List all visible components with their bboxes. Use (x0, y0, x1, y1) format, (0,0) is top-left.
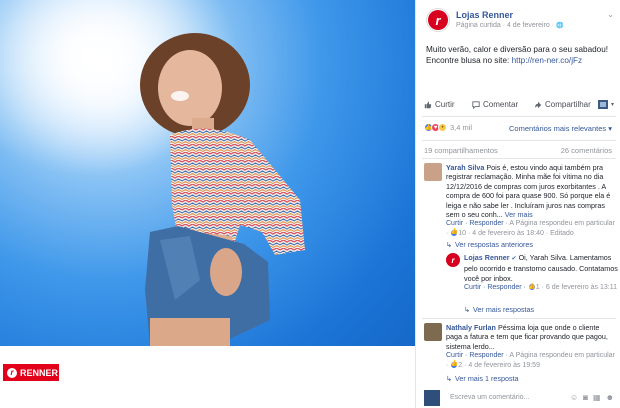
thumbs-up-icon (424, 101, 432, 108)
view-more-replies[interactable]: ↳ Ver mais respostas (464, 305, 534, 314)
view-previous-replies-label: Ver respostas anteriores (455, 240, 533, 249)
composer-icons: ☺ ◙ ▦ ☻ (570, 393, 614, 402)
user-avatar (424, 390, 440, 406)
post-timestamp[interactable]: Página curtida · 4 de fevereiro · (456, 22, 556, 29)
reply-actions[interactable]: Curtir · Responder · (464, 284, 528, 291)
wow-reaction-icon: • (438, 123, 447, 132)
globe-icon: 🌐 (556, 23, 564, 29)
divider (422, 140, 616, 141)
reply-arrow-icon: ↳ (446, 374, 453, 383)
post-actions: Curtir Comentar Compartilhar ▾ (422, 100, 618, 114)
comment-author[interactable]: Yarah Silva (446, 163, 484, 172)
reply-arrow-icon: ↳ (446, 240, 453, 249)
comment-composer: Escreva um comentário... ☺ ◙ ▦ ☻ (424, 390, 616, 406)
reactions-summary[interactable]: 👍 ♥ • 3,4 mil (424, 123, 472, 132)
comment-author[interactable]: Nathaly Furlan (446, 323, 496, 332)
commenter-avatar[interactable] (424, 163, 442, 181)
renner-reply-avatar[interactable]: r (446, 253, 460, 267)
audience-selector[interactable]: ▾ (598, 100, 614, 109)
post-text: Muito verão, calor e diversão para o seu… (426, 44, 616, 66)
reply-body: Lojas Renner ✔ Oi, Yarah Silva. Lamentam… (464, 253, 618, 293)
share-label: Compartilhar (545, 100, 591, 109)
view-more-replies-label: Ver mais 1 resposta (455, 374, 519, 383)
reply-timestamp: · 6 de fevereiro às 13:11 (539, 284, 617, 292)
page-thumbnail-icon (598, 100, 608, 109)
post-text-line2: Encontre blusa no site: (426, 56, 512, 65)
comments-count[interactable]: 26 comentários (561, 146, 612, 155)
view-more-replies-label: Ver mais respostas (473, 305, 535, 314)
sticker-icon[interactable]: ☻ (606, 393, 614, 402)
share-icon (534, 101, 542, 108)
photo-footer (0, 346, 415, 408)
post-text-line1: Muito verão, calor e diversão para o seu… (426, 45, 609, 54)
comment-body: Yarah Silva Pois é, estou vindo aqui tam… (446, 163, 616, 238)
reply-arrow-icon: ↳ (464, 305, 471, 314)
comment-item: Yarah Silva Pois é, estou vindo aqui tam… (424, 163, 618, 239)
like-button[interactable]: Curtir (424, 100, 455, 109)
chevron-down-icon: ▾ (611, 102, 615, 108)
page-avatar[interactable]: r (426, 8, 450, 32)
verified-badge-icon: ✔ (511, 256, 517, 262)
divider (422, 116, 616, 117)
view-more-replies[interactable]: ↳ Ver mais 1 resposta (446, 374, 519, 383)
comment-sort-dropdown[interactable]: Comentários mais relevantes ▾ (509, 124, 612, 133)
sky-photo-illustration (0, 0, 415, 346)
reactions-count: 3,4 mil (450, 123, 473, 132)
comment-actions[interactable]: Curtir · Responder (446, 220, 504, 227)
emoji-icon[interactable]: ☺ (570, 393, 578, 402)
comment-like-count: 10 (458, 229, 467, 237)
like-reaction-icon: 👍 (527, 283, 536, 292)
comment-actions[interactable]: Curtir · Responder (446, 352, 504, 359)
gif-icon[interactable]: ▦ (593, 393, 601, 402)
commenter-avatar[interactable] (424, 323, 442, 341)
page-header: r Lojas Renner Página curtida · 4 de fev… (426, 8, 616, 34)
comment-input[interactable]: Escreva um comentário... (450, 394, 529, 401)
renner-logo: r RENNER (3, 364, 59, 381)
comment-timestamp: · 4 de fevereiro às 19:59 (462, 361, 540, 369)
comment-body: Nathaly Furlan Péssima loja que onde o c… (446, 323, 616, 370)
renner-logo-text: RENNER (20, 367, 59, 378)
renner-r-icon: r (7, 367, 17, 378)
share-button[interactable]: Compartilhar (534, 100, 591, 109)
divider (422, 318, 616, 319)
renner-avatar-icon: r (428, 10, 448, 30)
post-photo[interactable] (0, 0, 415, 346)
reply-item: r Lojas Renner ✔ Oi, Yarah Silva. Lament… (446, 253, 618, 301)
comment-label: Comentar (483, 100, 519, 109)
like-label: Curtir (435, 100, 455, 109)
post-link[interactable]: http://ren-ner.co/jFz (512, 56, 583, 65)
comment-meta: Curtir · Responder · A Página respondeu … (446, 219, 616, 238)
comment-item: Nathaly Furlan Péssima loja que onde o c… (424, 323, 618, 373)
reply-meta: Curtir · Responder · 👍 1 · 6 de fevereir… (464, 283, 618, 292)
comment-button[interactable]: Comentar (472, 100, 518, 109)
chevron-down-icon[interactable]: ⌄ (607, 10, 614, 19)
comment-timestamp: · 4 de fevereiro às 18:40 · Editado (466, 229, 574, 237)
view-previous-replies[interactable]: ↳ Ver respostas anteriores (446, 240, 533, 249)
see-more-link[interactable]: Ver mais (505, 210, 533, 219)
page-meta: Página curtida · 4 de fevereiro · 🌐 (456, 22, 563, 29)
shares-count[interactable]: 19 compartilhamentos (424, 146, 498, 155)
comment-meta: Curtir · Responder · A Página respondeu … (446, 351, 616, 370)
post-panel: r Lojas Renner Página curtida · 4 de fev… (415, 0, 620, 408)
comment-icon (472, 100, 480, 109)
page-name-link[interactable]: Lojas Renner (456, 10, 513, 20)
reply-author[interactable]: Lojas Renner (464, 253, 510, 262)
divider (422, 158, 616, 159)
camera-icon[interactable]: ◙ (583, 393, 588, 402)
